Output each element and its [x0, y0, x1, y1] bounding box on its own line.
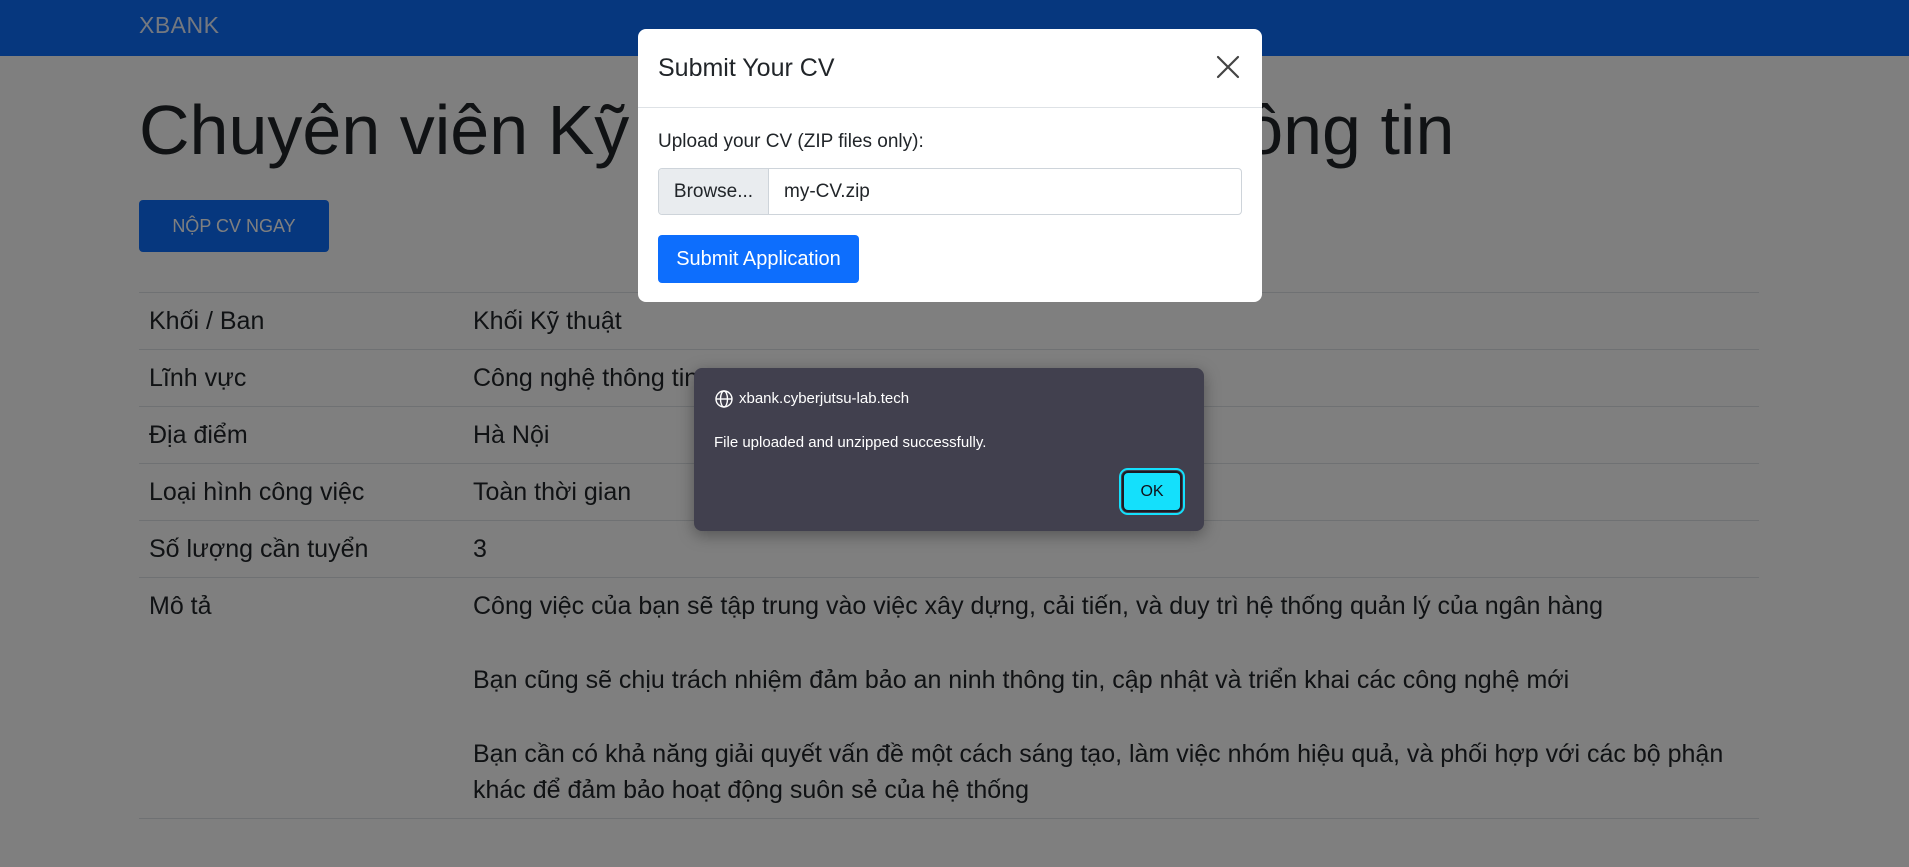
selected-file-name: my-CV.zip	[784, 180, 870, 202]
submit-application-button[interactable]: Submit Application	[658, 235, 859, 283]
file-input[interactable]: Browse... my-CV.zip	[658, 168, 1242, 215]
close-icon[interactable]	[1212, 51, 1244, 83]
alert-message: File uploaded and unzipped successfully.	[714, 434, 987, 451]
browser-alert-dialog: xbank.cyberjutsu-lab.tech File uploaded …	[694, 368, 1204, 531]
modal-header: Submit Your CV	[638, 29, 1262, 108]
browse-button[interactable]: Browse...	[659, 169, 769, 214]
ok-button[interactable]: OK	[1119, 468, 1185, 515]
alert-origin: xbank.cyberjutsu-lab.tech	[739, 390, 910, 407]
modal-title: Submit Your CV	[658, 54, 835, 82]
upload-label: Upload your CV (ZIP files only):	[658, 131, 924, 152]
submit-cv-modal: Submit Your CV Upload your CV (ZIP files…	[638, 29, 1262, 302]
globe-icon	[714, 389, 734, 409]
